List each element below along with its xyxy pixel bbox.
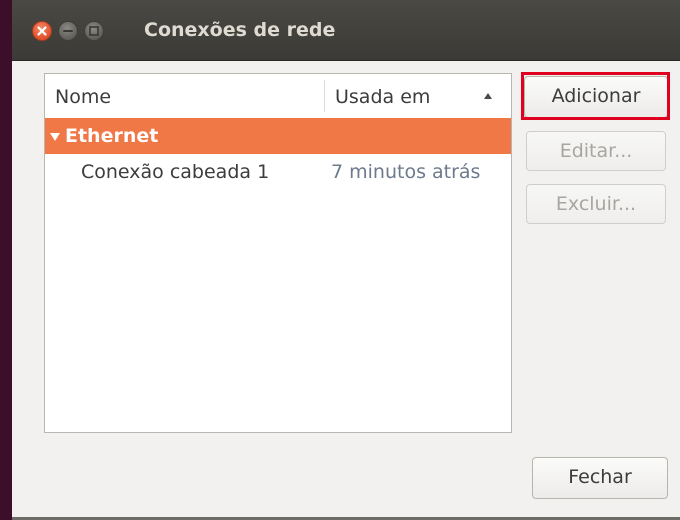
- connection-name: Conexão cabeada 1: [81, 161, 270, 183]
- delete-button[interactable]: Excluir...: [526, 184, 666, 224]
- list-item[interactable]: Conexão cabeada 1 7 minutos atrás: [45, 154, 511, 190]
- maximize-icon: [89, 26, 99, 36]
- close-icon: [37, 26, 47, 36]
- close-window-button[interactable]: [32, 21, 52, 41]
- minimize-window-button[interactable]: [58, 21, 78, 41]
- connections-list[interactable]: Nome Usada em Ethernet Conexão cabeada 1…: [44, 73, 512, 433]
- close-button[interactable]: Fechar: [532, 457, 668, 499]
- window-title: Conexões de rede: [144, 19, 336, 41]
- column-divider: [324, 80, 325, 112]
- window-titlebar[interactable]: Conexões de rede: [12, 0, 680, 61]
- add-button[interactable]: Adicionar: [524, 76, 668, 118]
- network-connections-window: Conexões de rede Nome Usada em Ethernet …: [12, 0, 680, 520]
- column-header-used[interactable]: Usada em: [335, 86, 430, 108]
- group-label: Ethernet: [65, 125, 159, 147]
- minimize-icon: [63, 30, 73, 32]
- connection-last-used: 7 minutos atrás: [331, 161, 481, 183]
- list-header: Nome Usada em: [45, 74, 511, 119]
- column-header-name[interactable]: Nome: [55, 86, 111, 108]
- group-row-ethernet[interactable]: Ethernet: [45, 118, 511, 154]
- edit-button[interactable]: Editar...: [526, 131, 666, 171]
- maximize-window-button[interactable]: [84, 21, 104, 41]
- sort-ascending-icon[interactable]: [483, 92, 493, 100]
- expander-arrow-icon[interactable]: [49, 132, 61, 142]
- desktop-background: [0, 0, 12, 520]
